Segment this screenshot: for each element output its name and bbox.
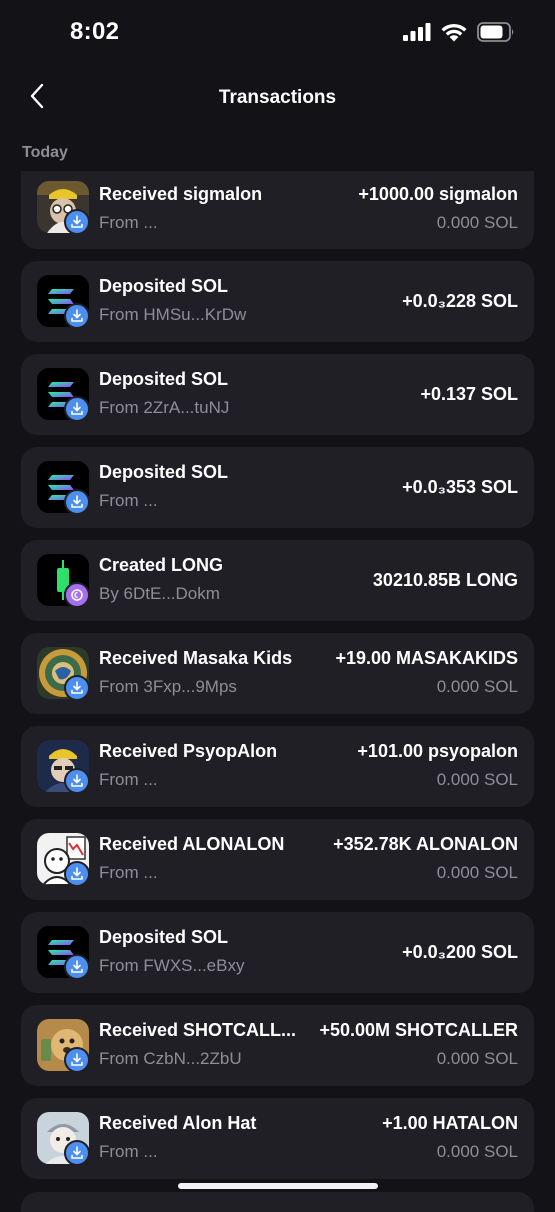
transaction-row[interactable]: Deposited SOL From FWXS...eBxy +0.0₃200 …	[21, 912, 534, 993]
download-icon	[64, 861, 90, 887]
transaction-amount: +0.0₃353 SOL	[402, 477, 518, 497]
transaction-subtitle: By 6DtE...Dokm	[99, 584, 220, 603]
transaction-row[interactable]: Deposited SOL From ... +0.0₃353 SOL	[21, 447, 534, 528]
transaction-title: Received Masaka Kids	[99, 648, 293, 668]
transaction-subtitle: From ...	[99, 863, 158, 882]
transaction-title: Deposited SOL	[99, 462, 229, 482]
transaction-row[interactable]: Received SHOTCALL... From CzbN...2ZbU +5…	[21, 1005, 534, 1086]
download-icon	[64, 768, 90, 794]
battery-icon	[477, 22, 515, 47]
transaction-value: 0.000 SOL	[436, 1049, 518, 1068]
transaction-amount: 30210.85B LONG	[372, 570, 518, 590]
section-label-today: Today	[22, 144, 68, 161]
transaction-amount: +0.137 SOL	[420, 384, 518, 404]
transaction-value: 0.000 SOL	[436, 770, 518, 789]
transaction-title: Deposited SOL	[99, 927, 229, 947]
transaction-row[interactable]: Deposited SOL From 2ZrA...tuNJ +0.137 SO…	[21, 354, 534, 435]
wifi-icon	[441, 23, 467, 47]
download-icon	[64, 954, 90, 980]
transaction-title: Received SHOTCALL...	[99, 1020, 297, 1040]
home-indicator[interactable]	[178, 1183, 378, 1189]
transaction-subtitle: From ...	[99, 213, 158, 232]
transaction-title: Received PsyopAlon	[99, 741, 278, 761]
next-transaction-peek	[21, 1192, 534, 1212]
transaction-amount: +101.00 psyopalon	[357, 741, 518, 761]
transaction-value: 0.000 SOL	[436, 677, 518, 696]
download-icon	[64, 303, 90, 329]
create-icon	[64, 582, 90, 608]
download-icon	[64, 675, 90, 701]
transaction-amount: +0.0₃200 SOL	[402, 942, 518, 962]
transaction-row[interactable]: Received Masaka Kids From 3Fxp...9Mps +1…	[21, 633, 534, 714]
transaction-row[interactable]: Received ALONALON From ... +352.78K ALON…	[21, 819, 534, 900]
transaction-title: Deposited SOL	[99, 276, 229, 296]
transaction-amount: +0.0₃228 SOL	[402, 291, 518, 311]
download-icon	[64, 489, 90, 515]
download-icon	[64, 1140, 90, 1166]
status-time: 8:02	[70, 18, 120, 45]
download-icon	[64, 396, 90, 422]
transaction-row[interactable]: Received PsyopAlon From ... +101.00 psyo…	[21, 726, 534, 807]
status-bar: 8:02	[0, 0, 555, 66]
nav-header: Transactions	[0, 70, 555, 126]
download-icon	[64, 209, 90, 235]
transaction-subtitle: From HMSu...KrDw	[99, 305, 247, 324]
transaction-row[interactable]: Received Alon Hat From ... +1.00 HATALON…	[21, 1098, 534, 1179]
transaction-subtitle: From ...	[99, 491, 158, 510]
transaction-row[interactable]: Created LONG By 6DtE...Dokm 30210.85B LO…	[21, 540, 534, 621]
transaction-subtitle: From 3Fxp...9Mps	[99, 677, 237, 696]
transaction-amount: +352.78K ALONALON	[333, 834, 518, 854]
transaction-subtitle: From FWXS...eBxy	[99, 956, 245, 975]
transaction-title: Received Alon Hat	[99, 1113, 257, 1133]
transaction-amount: +1.00 HATALON	[382, 1113, 518, 1133]
transaction-subtitle: From 2ZrA...tuNJ	[99, 398, 230, 417]
transaction-amount: +50.00M SHOTCALLER	[319, 1020, 518, 1040]
transaction-value: 0.000 SOL	[436, 1142, 518, 1161]
transaction-title: Deposited SOL	[99, 369, 229, 389]
transaction-value: 0.000 SOL	[436, 213, 518, 232]
page-title: Transactions	[218, 87, 337, 108]
transaction-subtitle: From ...	[99, 1142, 158, 1161]
transaction-title: Created LONG	[99, 555, 224, 575]
download-icon	[64, 1047, 90, 1073]
transaction-subtitle: From CzbN...2ZbU	[99, 1049, 242, 1068]
transaction-subtitle: From ...	[99, 770, 158, 789]
cellular-signal-icon	[403, 23, 431, 46]
transaction-title: Received ALONALON	[99, 834, 285, 854]
transaction-title: Received sigmalon	[99, 184, 263, 204]
transaction-amount: +1000.00 sigmalon	[358, 184, 518, 204]
transaction-value: 0.000 SOL	[436, 863, 518, 882]
transaction-amount: +19.00 MASAKAKIDS	[335, 648, 518, 668]
transaction-row[interactable]: Received sigmalon From ... +1000.00 sigm…	[21, 171, 534, 249]
transaction-row[interactable]: Deposited SOL From HMSu...KrDw +0.0₃228 …	[21, 261, 534, 342]
transaction-list: Received sigmalon From ... +1000.00 sigm…	[21, 171, 534, 1191]
status-icons	[403, 22, 515, 47]
